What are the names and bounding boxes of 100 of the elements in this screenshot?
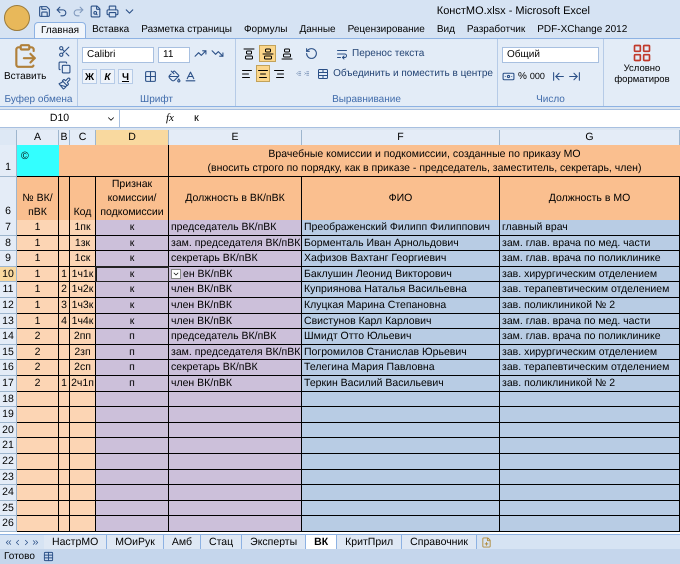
row-header[interactable]: 7 [0,220,17,236]
row-header[interactable]: 12 [0,298,17,314]
next-sheet-icon[interactable] [22,538,31,546]
group-label: Буфер обмена [4,93,74,106]
ribbon-tab[interactable]: Формулы [238,22,294,38]
align-center-icon[interactable] [256,65,270,82]
sheet-tab[interactable]: ВК [306,535,338,549]
table-cell [59,422,70,438]
row-header[interactable]: 19 [0,407,17,423]
table-cell: главный врач [500,220,680,236]
row-header[interactable]: 11 [0,282,17,298]
orientation-icon[interactable] [305,47,318,60]
row-header[interactable]: 9 [0,251,17,267]
row-header[interactable]: 20 [0,422,17,438]
sheet-tab[interactable]: Стац [201,535,242,549]
middle-align-icon[interactable] [259,45,276,62]
ribbon-tab[interactable]: Вставка [86,22,136,38]
ribbon-tab[interactable]: PDF-XChange 2012 [531,22,634,38]
row-header[interactable]: 8 [0,236,17,252]
last-sheet-icon[interactable] [31,538,40,546]
table-cell: к [96,251,169,267]
office-button[interactable] [4,5,30,31]
row-header[interactable]: 18 [0,392,17,408]
sheet-tab[interactable]: Амб [164,535,202,549]
ribbon-tab[interactable]: Данные [293,22,342,38]
row-header[interactable]: 21 [0,438,17,454]
table-cell [17,500,59,516]
table-cell [59,485,70,501]
function-label[interactable]: fx [166,110,186,127]
row-header[interactable]: 6 [0,177,17,221]
table-cell: п [96,376,169,392]
thousands-button[interactable]: 000 [530,70,545,84]
print-preview-icon[interactable] [89,4,102,18]
table-cell: к [96,236,169,252]
table-cell: зам. глав. врача по мед. части [500,314,680,330]
table-cell [17,454,59,470]
sheet-tab[interactable]: НастрМО [44,535,108,549]
sheet-tab[interactable]: Справочник [402,535,477,549]
table-cell: 2ч1п [70,376,96,392]
save-icon[interactable] [38,4,51,18]
formula-input[interactable]: к [194,110,199,127]
row-header[interactable]: 15 [0,344,17,360]
table-cell: к [96,282,169,298]
conditional-format-button[interactable]: Условно форматиров [614,63,670,85]
table-cell: зав. поликлиникой № 2 [500,376,680,392]
paste-button[interactable]: Вставить [4,43,46,84]
percent-button[interactable]: % [518,69,527,84]
cut-icon[interactable] [58,45,72,58]
row-header[interactable]: 25 [0,500,17,516]
table-cell: зам. председателя ВК/пВК [169,344,302,360]
table-cell [70,438,96,454]
font-name-field[interactable]: Calibri [82,47,154,63]
ribbon-tab[interactable]: Разметка страницы [135,22,238,38]
row-header[interactable]: 14 [0,329,17,345]
copy-icon[interactable] [58,61,72,74]
bold-button[interactable]: Ж [82,69,97,84]
merge-center-button[interactable]: Объединить и поместить в центре [333,66,493,81]
ribbon-tab[interactable]: Вид [430,22,461,38]
column-heading [59,177,70,221]
ribbon-tab[interactable]: Главная [34,22,86,38]
table-cell: секретарь ВК/пВК [169,360,302,376]
italic-button[interactable]: К [100,69,115,84]
fill-color-icon[interactable] [168,70,181,83]
sheet-tab[interactable]: КритПрил [337,535,402,549]
table-cell: 1 [59,266,70,282]
row-header[interactable]: 17 [0,376,17,392]
row-header[interactable]: 16 [0,360,17,376]
borders-icon[interactable] [144,70,157,83]
table-cell [59,516,70,532]
currency-icon[interactable] [502,70,515,83]
row-header[interactable]: 10 [0,266,17,282]
underline-button[interactable]: Ч [118,69,133,84]
row-header[interactable]: 26 [0,516,17,532]
group-label: Выравнивание [331,93,402,106]
font-size-field[interactable]: 11 [158,47,190,63]
print-icon[interactable] [106,4,119,18]
table-cell: зав. поликлиникой № 2 [500,298,680,314]
font-color-icon[interactable] [184,70,197,83]
row-header[interactable]: 23 [0,470,17,486]
format-painter-icon[interactable] [58,77,72,90]
number-format-field[interactable]: Общий [502,47,599,63]
wrap-text-button[interactable]: Перенос текста [352,46,424,61]
conditional-format-icon[interactable] [632,43,652,63]
sheet-tab[interactable]: МОиРук [107,535,164,549]
row-header[interactable]: 1 [0,145,17,177]
table-cell [59,500,70,516]
row-header[interactable]: 13 [0,314,17,330]
table-cell [59,392,70,408]
sheet-tab[interactable]: Эксперты [242,535,306,549]
table-cell: Телегина Мария Павловна [302,360,500,376]
table-cell: член ВК/пВК [169,376,302,392]
first-sheet-icon[interactable] [4,538,13,546]
undo-icon[interactable] [55,4,68,18]
row-header[interactable]: 22 [0,454,17,470]
ribbon-tab[interactable]: Разработчик [460,22,532,38]
ribbon-tab[interactable]: Рецензирование [342,22,431,38]
row-header[interactable]: 24 [0,485,17,501]
wrap-text-icon [336,48,348,60]
previous-sheet-icon[interactable] [13,538,22,546]
table-cell: 1 [17,220,59,236]
